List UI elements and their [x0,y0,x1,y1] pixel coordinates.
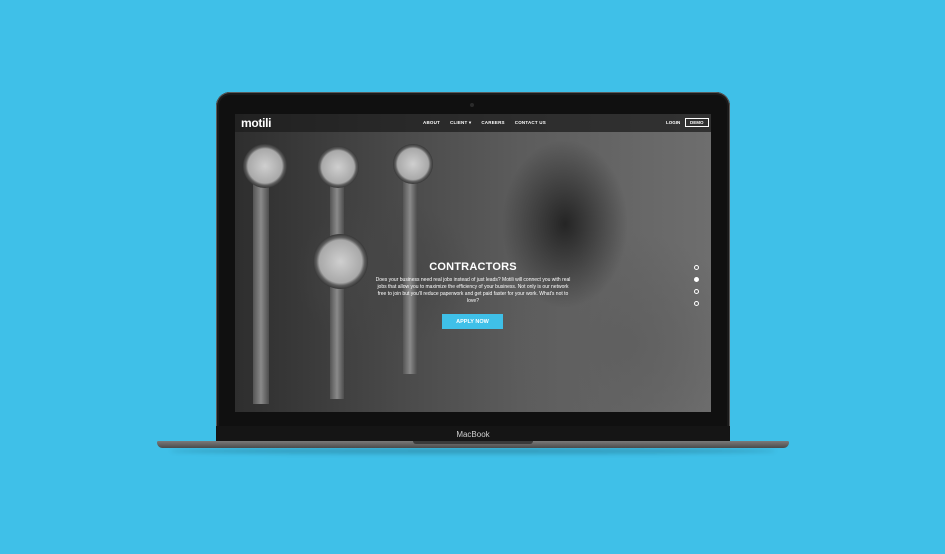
gauge-graphic [243,144,287,188]
pipe-graphic [330,179,344,399]
nav-careers[interactable]: CAREERS [481,120,504,126]
nav-contact[interactable]: CONTACT US [515,120,546,126]
slider-dot[interactable] [694,301,699,306]
demo-button[interactable]: DEMO [685,118,709,127]
laptop-notch [413,441,533,444]
gauge-graphic [317,146,359,188]
slider-dot-active[interactable] [694,277,699,282]
slider-dot[interactable] [694,265,699,270]
nav-links: ABOUT CLIENT ▾ CAREERS CONTACT US [423,120,546,126]
login-link[interactable]: LOGIN [666,120,680,125]
site-navbar: motili ABOUT CLIENT ▾ CAREERS CONTACT US… [235,114,711,132]
slider-dots [694,265,699,313]
nav-about[interactable]: ABOUT [423,120,440,126]
hero-title: CONTRACTORS [429,261,517,273]
slider-dot[interactable] [694,289,699,294]
pipe-graphic [403,174,417,374]
nav-client[interactable]: CLIENT ▾ [450,120,471,126]
website-screen: motili ABOUT CLIENT ▾ CAREERS CONTACT US… [235,114,711,412]
apply-now-button[interactable]: APPLY NOW [442,314,503,329]
hero-description: Does your business need real jobs instea… [375,277,571,304]
device-brand-label: MacBook [456,430,490,439]
laptop-shadow [170,448,776,454]
gauge-graphic [393,144,433,184]
site-logo[interactable]: motili [241,116,272,130]
camera-icon [470,103,474,107]
pipe-graphic [253,174,269,404]
